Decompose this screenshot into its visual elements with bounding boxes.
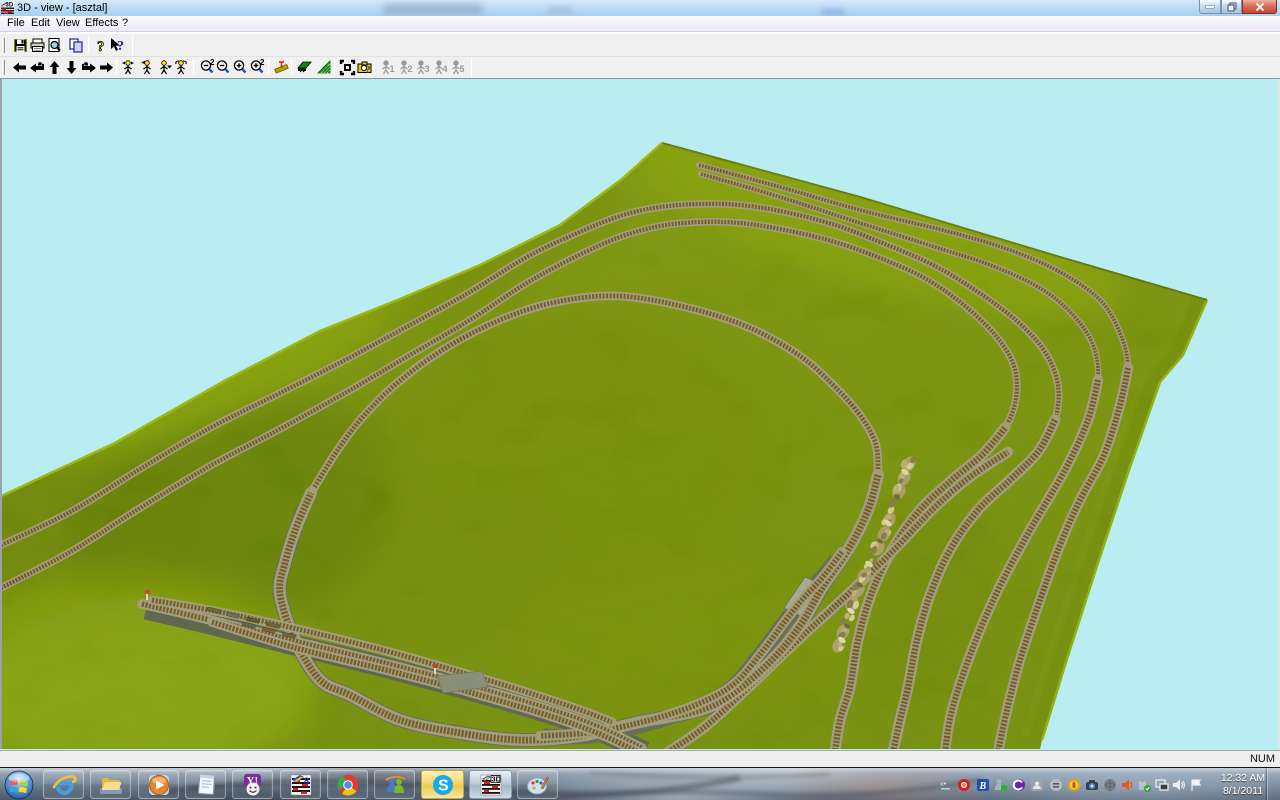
svg-text:8: 8 <box>304 776 309 786</box>
svg-text:3D: 3D <box>491 774 501 783</box>
svg-text:B: B <box>979 781 987 792</box>
svg-text:S: S <box>438 777 449 794</box>
svg-text:«•: «• <box>940 781 947 788</box>
